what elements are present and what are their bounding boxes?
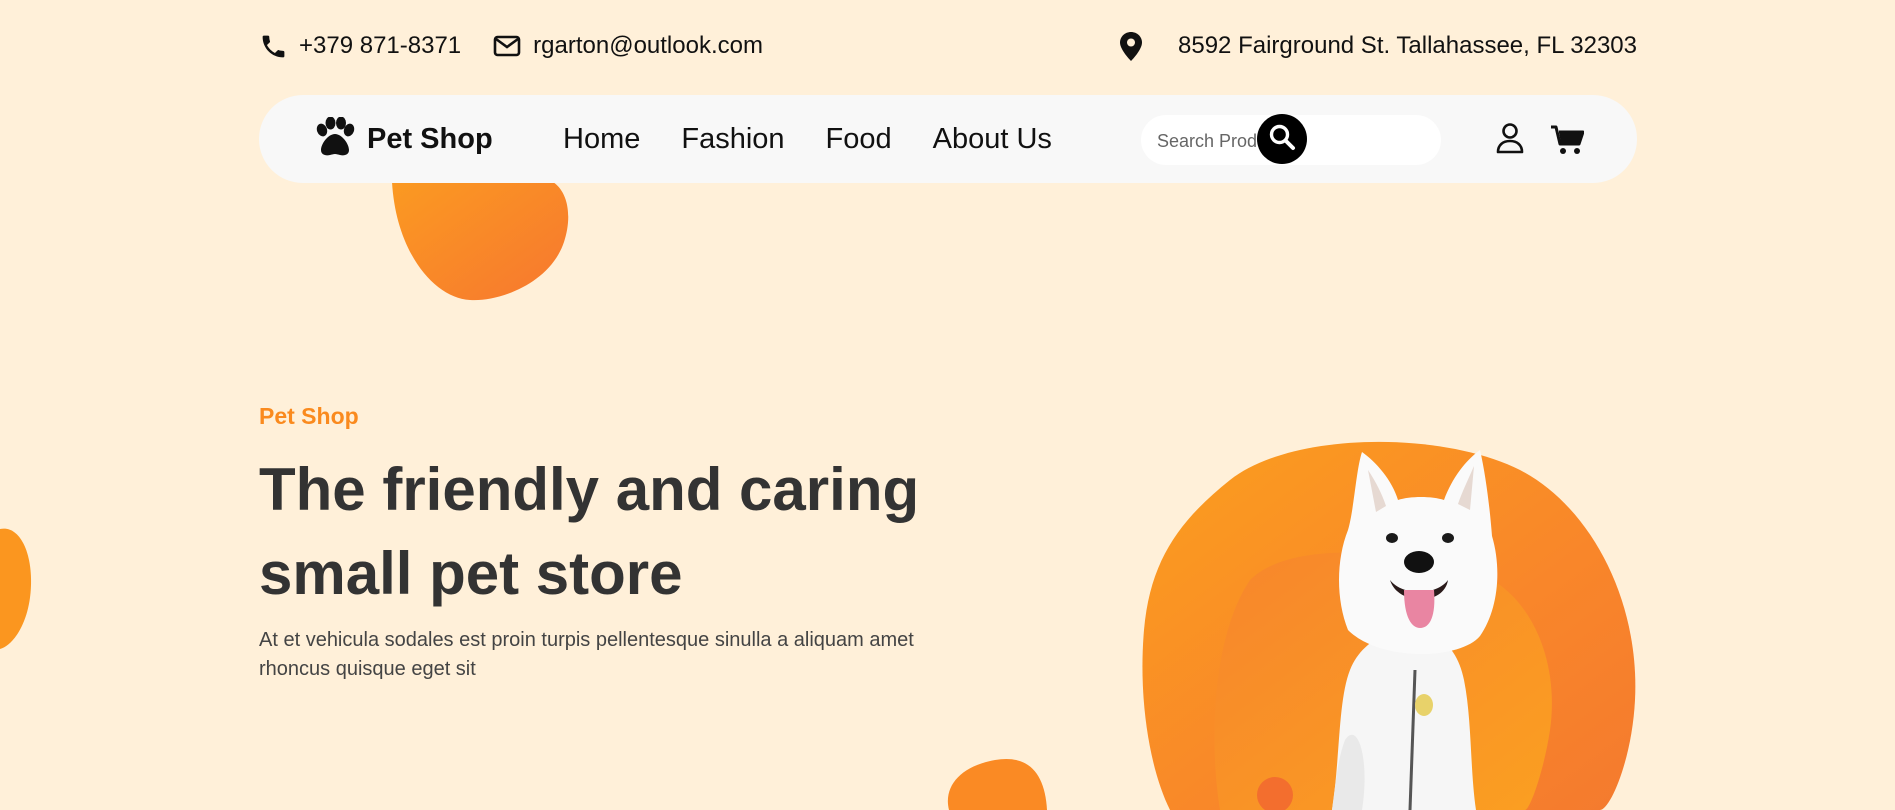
phone-icon <box>259 32 299 61</box>
main-navbar: Pet Shop Home Fashion Food About Us <box>259 95 1637 183</box>
nav-link-home[interactable]: Home <box>563 123 640 156</box>
email-contact[interactable]: rgarton@outlook.com <box>493 32 763 60</box>
email-address: rgarton@outlook.com <box>533 32 763 59</box>
account-button[interactable] <box>1495 122 1525 159</box>
hero-title: The friendly and caring small pet store <box>259 456 920 607</box>
phone-number: +379 871-8371 <box>299 32 462 59</box>
cart-icon <box>1550 125 1585 160</box>
decorative-blob-left <box>0 528 32 649</box>
nav-links: Home Fashion Food About Us <box>563 95 1093 183</box>
decorative-blob-top <box>391 173 569 301</box>
paw-icon <box>313 116 367 162</box>
nav-link-food[interactable]: Food <box>826 123 892 156</box>
envelope-icon <box>493 34 533 58</box>
user-icon <box>1495 123 1525 158</box>
nav-link-about-us[interactable]: About Us <box>933 123 1052 156</box>
cart-button[interactable] <box>1550 124 1585 161</box>
contact-bar: +379 871-8371 rgarton@outlook.com 8592 F… <box>259 26 1637 66</box>
hero-description: At et vehicula sodales est proin turpis … <box>259 629 914 680</box>
site-logo[interactable]: Pet Shop <box>313 95 493 183</box>
search-icon <box>1268 123 1296 156</box>
nav-link-fashion[interactable]: Fashion <box>681 123 784 156</box>
search-button[interactable] <box>1257 114 1307 164</box>
hero-label: Pet Shop <box>259 403 359 429</box>
decorative-blob-bottom <box>947 758 1047 810</box>
phone-contact[interactable]: +379 871-8371 <box>259 32 461 61</box>
address-contact[interactable]: 8592 Fairground St. Tallahassee, FL 3230… <box>1120 31 1637 61</box>
map-pin-icon <box>1120 31 1178 61</box>
logo-text: Pet Shop <box>367 122 493 155</box>
hero-dog-image <box>1142 441 1636 810</box>
store-address: 8592 Fairground St. Tallahassee, FL 3230… <box>1178 32 1637 59</box>
